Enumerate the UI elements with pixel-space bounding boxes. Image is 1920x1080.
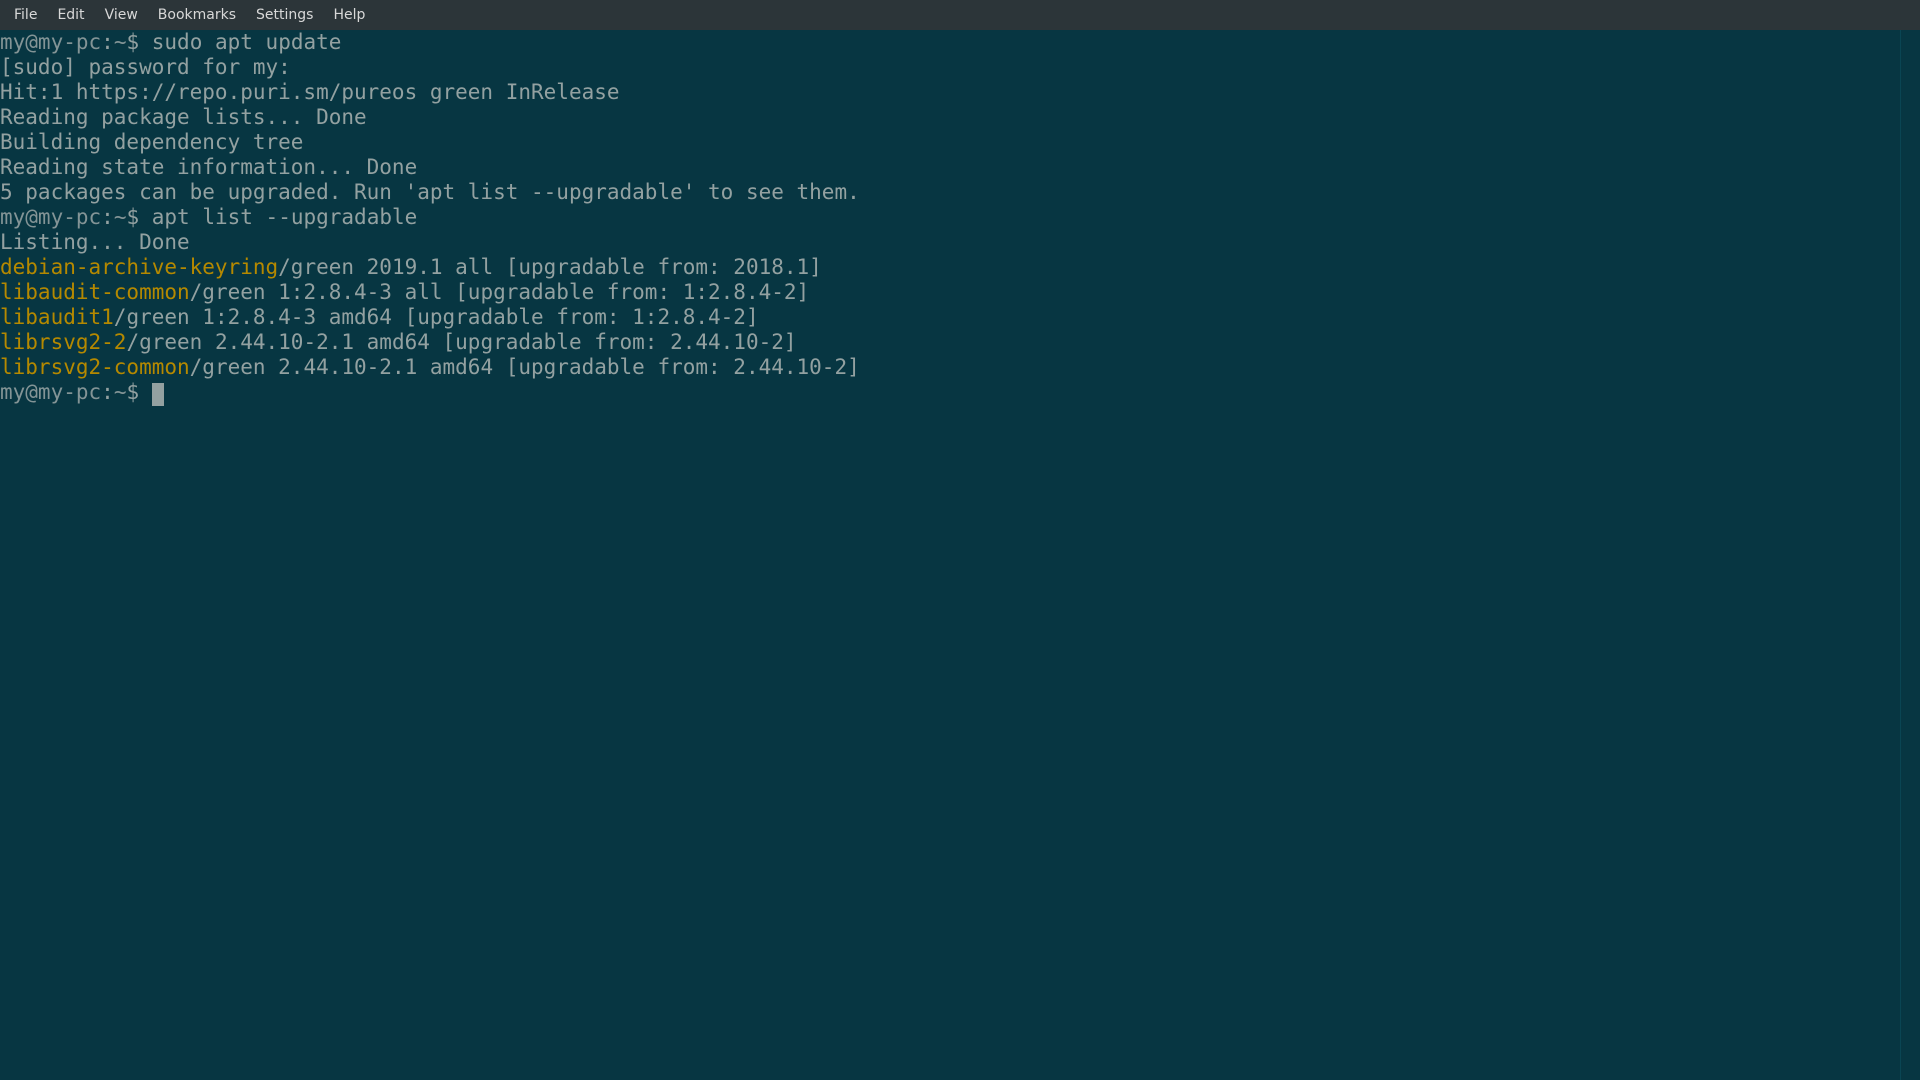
- prompt-path: ~: [114, 205, 127, 229]
- package-name: libaudit-common: [0, 280, 190, 304]
- terminal-line: librsvg2-common/green 2.44.10-2.1 amd64 …: [0, 355, 1920, 380]
- menu-file[interactable]: File: [4, 0, 47, 30]
- output-text: Reading state information... Done: [0, 155, 417, 179]
- terminal-line: Listing... Done: [0, 230, 1920, 255]
- package-name: librsvg2-common: [0, 355, 190, 379]
- output-text: Hit:1 https://repo.puri.sm/pureos green …: [0, 80, 620, 104]
- terminal-line: my@my-pc:~$: [0, 380, 1920, 405]
- package-name: libaudit1: [0, 305, 114, 329]
- command-text: apt list --upgradable: [152, 205, 418, 229]
- prompt-sep: :: [101, 30, 114, 54]
- prompt-path: ~: [114, 30, 127, 54]
- package-detail: /green 2.44.10-2.1 amd64 [upgradable fro…: [190, 355, 860, 379]
- command-text: sudo apt update: [152, 30, 342, 54]
- prompt-sigil: $: [126, 380, 151, 404]
- prompt-sigil: $: [126, 205, 151, 229]
- prompt-user-host: my@my-pc: [0, 380, 101, 404]
- menu-help[interactable]: Help: [323, 0, 375, 30]
- package-detail: /green 2019.1 all [upgradable from: 2018…: [278, 255, 822, 279]
- output-text: Building dependency tree: [0, 130, 392, 154]
- output-text: [sudo] password for my:: [0, 55, 303, 79]
- prompt-path: ~: [114, 380, 127, 404]
- prompt-sep: :: [101, 205, 114, 229]
- menu-settings[interactable]: Settings: [246, 0, 323, 30]
- terminal-line: my@my-pc:~$ apt list --upgradable: [0, 205, 1920, 230]
- terminal-line: libaudit1/green 1:2.8.4-3 amd64 [upgrada…: [0, 305, 1920, 330]
- terminal-line: Hit:1 https://repo.puri.sm/pureos green …: [0, 80, 1920, 105]
- terminal-line: Reading package lists... Done: [0, 105, 1920, 130]
- menu-edit[interactable]: Edit: [47, 0, 94, 30]
- terminal-line: [sudo] password for my:: [0, 55, 1920, 80]
- prompt-user-host: my@my-pc: [0, 205, 101, 229]
- terminal-content[interactable]: my@my-pc:~$ sudo apt update[sudo] passwo…: [0, 30, 1920, 405]
- terminal-line: 5 packages can be upgraded. Run 'apt lis…: [0, 180, 1920, 205]
- prompt-user-host: my@my-pc: [0, 30, 101, 54]
- menubar: FileEditViewBookmarksSettingsHelp: [0, 0, 1920, 30]
- terminal-line: my@my-pc:~$ sudo apt update: [0, 30, 1920, 55]
- terminal-line: Building dependency tree: [0, 130, 1920, 155]
- terminal-line: libaudit-common/green 1:2.8.4-3 all [upg…: [0, 280, 1920, 305]
- menu-view[interactable]: View: [95, 0, 148, 30]
- prompt-sigil: $: [126, 30, 151, 54]
- scrollbar[interactable]: [1900, 30, 1920, 1080]
- package-name: librsvg2-2: [0, 330, 126, 354]
- package-name: debian-archive-keyring: [0, 255, 278, 279]
- terminal[interactable]: my@my-pc:~$ sudo apt update[sudo] passwo…: [0, 30, 1920, 1080]
- terminal-line: debian-archive-keyring/green 2019.1 all …: [0, 255, 1920, 280]
- prompt-sep: :: [101, 380, 114, 404]
- cursor: [152, 383, 165, 406]
- output-text: Reading package lists... Done: [0, 105, 367, 129]
- terminal-line: librsvg2-2/green 2.44.10-2.1 amd64 [upgr…: [0, 330, 1920, 355]
- menu-bookmarks[interactable]: Bookmarks: [148, 0, 246, 30]
- package-detail: /green 2.44.10-2.1 amd64 [upgradable fro…: [126, 330, 796, 354]
- package-detail: /green 1:2.8.4-3 all [upgradable from: 1…: [190, 280, 810, 304]
- package-detail: /green 1:2.8.4-3 amd64 [upgradable from:…: [114, 305, 759, 329]
- terminal-line: Reading state information... Done: [0, 155, 1920, 180]
- output-text: 5 packages can be upgraded. Run 'apt lis…: [0, 180, 860, 204]
- output-text: Listing... Done: [0, 230, 190, 254]
